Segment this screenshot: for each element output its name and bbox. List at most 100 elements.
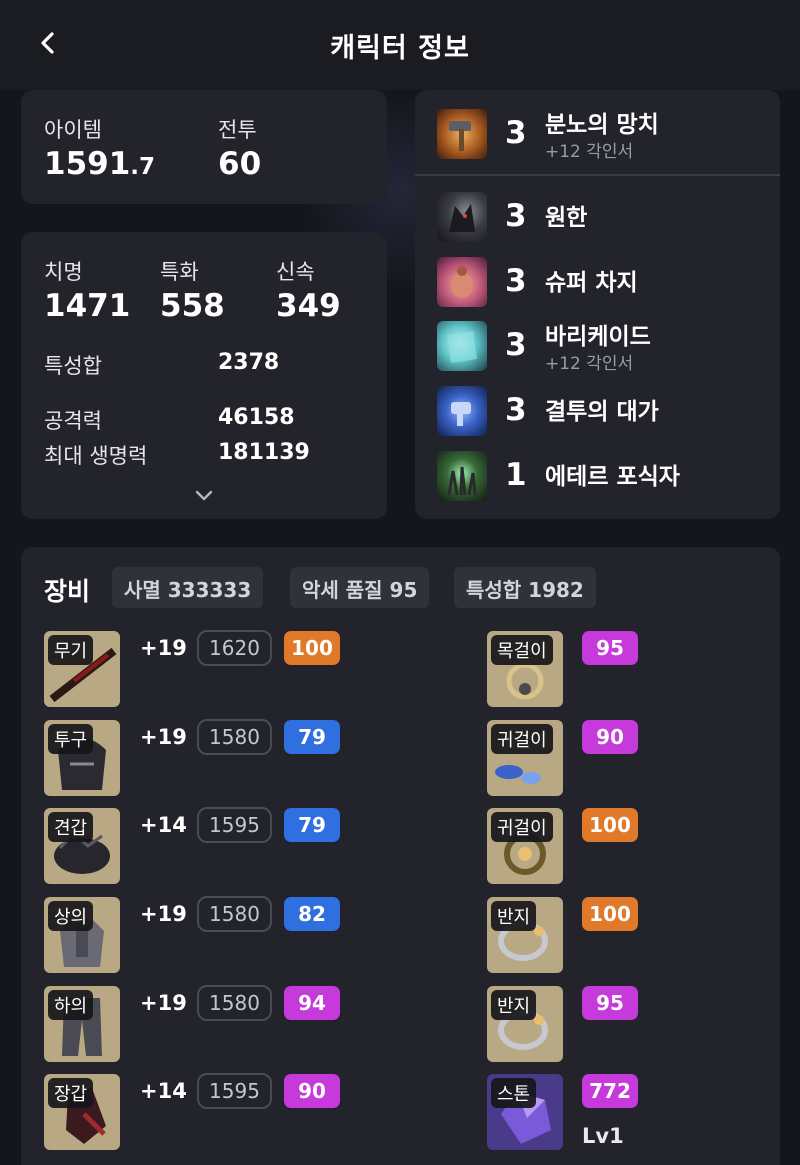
- engraving-level: 3: [505, 392, 527, 428]
- hammer-icon: [437, 109, 487, 159]
- slot-label: 귀걸이: [491, 812, 553, 842]
- ring-icon: 반지: [487, 897, 563, 973]
- weapon-icon: 무기: [44, 631, 120, 707]
- quality-badge: 79: [284, 720, 340, 754]
- swift-label: 신속: [276, 260, 315, 284]
- item-level-value: 1591.7: [44, 146, 156, 182]
- engraving-level: 3: [505, 198, 527, 234]
- trait-sum-value: 2378: [218, 350, 280, 375]
- quality-badge: 100: [582, 897, 638, 931]
- honing-level: +14: [140, 1079, 187, 1103]
- stone-level: Lv1: [582, 1124, 624, 1148]
- trait-sum-chip: 특성합 1982: [454, 567, 596, 608]
- super-charge-icon: [437, 257, 487, 307]
- trait-sum-label: 특성합: [44, 354, 102, 378]
- item-level-pill: 1595: [197, 807, 272, 843]
- engraving-row[interactable]: 3 분노의 망치 +12 각인서: [415, 101, 780, 165]
- item-level-pill: 1580: [197, 719, 272, 755]
- ether-icon: [437, 451, 487, 501]
- chest-icon: 상의: [44, 897, 120, 973]
- engraving-level: 3: [505, 263, 527, 299]
- item-level-pill: 1580: [197, 985, 272, 1021]
- elixir-chip: 사멸 333333: [112, 567, 264, 608]
- ring-icon: 반지: [487, 986, 563, 1062]
- barricade-icon: [437, 321, 487, 371]
- spec-value: 558: [160, 288, 225, 324]
- quality-badge: 772: [582, 1074, 638, 1108]
- honing-level: +19: [140, 725, 187, 749]
- slot-label: 하의: [48, 990, 94, 1020]
- engraving-book-note: +12 각인서: [545, 142, 634, 162]
- item-level-label: 아이템: [44, 118, 102, 142]
- engraving-name: 분노의 망치: [545, 112, 659, 138]
- earring-icon: 귀걸이: [487, 808, 563, 884]
- engraving-name: 원한: [545, 205, 588, 231]
- page-title: 캐릭터 정보: [330, 33, 470, 64]
- max-hp-value: 181139: [218, 440, 310, 465]
- necklace-icon: 목걸이: [487, 631, 563, 707]
- engraving-level: 3: [505, 327, 527, 363]
- slot-label: 견갑: [48, 812, 94, 842]
- engraving-row[interactable]: 3 결투의 대가: [415, 378, 780, 442]
- slot-label: 반지: [491, 990, 537, 1020]
- accessory-quality-chip: 악세 품질 95: [290, 567, 430, 608]
- engraving-row[interactable]: 1 에테르 포식자: [415, 443, 780, 507]
- quality-badge: 100: [284, 631, 340, 665]
- attack-value: 46158: [218, 405, 295, 430]
- item-level-pill: 1595: [197, 1073, 272, 1109]
- quality-badge: 95: [582, 631, 638, 665]
- equipment-card: [21, 547, 780, 1165]
- crit-value: 1471: [44, 288, 131, 324]
- grudge-icon: [437, 192, 487, 242]
- spec-label: 특화: [160, 260, 199, 284]
- summary-card: 아이템 1591.7 전투 60: [21, 90, 387, 204]
- expand-chevron-icon[interactable]: [194, 488, 214, 504]
- gloves-icon: 장갑: [44, 1074, 120, 1150]
- shoulder-icon: 견갑: [44, 808, 120, 884]
- slot-label: 장갑: [48, 1078, 94, 1108]
- engraving-level: 1: [505, 457, 527, 493]
- slot-label: 귀걸이: [491, 724, 553, 754]
- engraving-book-note: +12 각인서: [545, 354, 634, 374]
- honing-level: +19: [140, 636, 187, 660]
- item-level-pill: 1580: [197, 896, 272, 932]
- helmet-icon: 투구: [44, 720, 120, 796]
- duel-icon: [437, 386, 487, 436]
- slot-label: 반지: [491, 901, 537, 931]
- engraving-row[interactable]: 3 슈퍼 차지: [415, 249, 780, 313]
- engraving-row[interactable]: 3 원한: [415, 184, 780, 248]
- engraving-name: 슈퍼 차지: [545, 270, 638, 296]
- top-bar: 캐릭터 정보: [0, 0, 800, 90]
- quality-badge: 95: [582, 986, 638, 1020]
- quality-badge: 90: [582, 720, 638, 754]
- equipment-title: 장비: [44, 577, 91, 606]
- quality-badge: 82: [284, 897, 340, 931]
- crit-label: 치명: [44, 260, 83, 284]
- slot-label: 스톤: [491, 1078, 537, 1108]
- engraving-name: 결투의 대가: [545, 399, 659, 425]
- honing-level: +19: [140, 902, 187, 926]
- engraving-level: 3: [505, 115, 527, 151]
- honing-level: +14: [140, 813, 187, 837]
- quality-badge: 100: [582, 808, 638, 842]
- max-hp-label: 최대 생명력: [44, 444, 148, 468]
- stats-card: 치명 1471 특화 558 신속 349 특성합 2378 공격력 46158…: [21, 232, 387, 519]
- item-level-pill: 1620: [197, 630, 272, 666]
- swift-value: 349: [276, 288, 341, 324]
- honing-level: +19: [140, 991, 187, 1015]
- quality-badge: 79: [284, 808, 340, 842]
- engraving-row[interactable]: 3 바리케이드 +12 각인서: [415, 313, 780, 377]
- combat-level-value: 60: [218, 146, 262, 182]
- stone-icon: 스톤: [487, 1074, 563, 1150]
- combat-level-label: 전투: [218, 118, 257, 142]
- pants-icon: 하의: [44, 986, 120, 1062]
- slot-label: 투구: [48, 724, 94, 754]
- engraving-name: 바리케이드: [545, 324, 651, 350]
- earring-icon: 귀걸이: [487, 720, 563, 796]
- engraving-name: 에테르 포식자: [545, 464, 680, 490]
- quality-badge: 90: [284, 1074, 340, 1108]
- engravings-divider: [415, 174, 780, 176]
- slot-label: 상의: [48, 901, 94, 931]
- attack-label: 공격력: [44, 409, 102, 433]
- quality-badge: 94: [284, 986, 340, 1020]
